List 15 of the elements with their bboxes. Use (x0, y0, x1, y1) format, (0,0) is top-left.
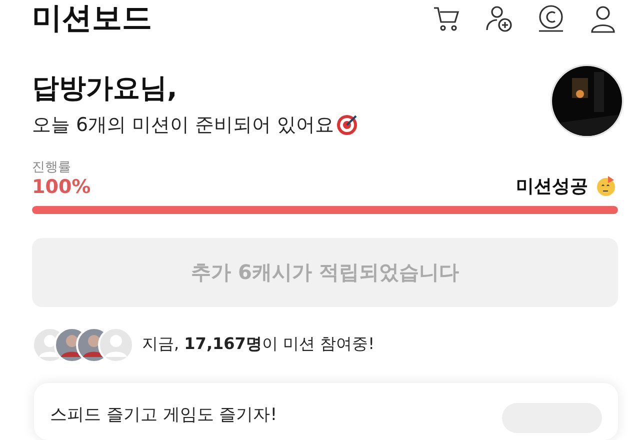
progress-percent: 100% (32, 176, 91, 198)
mission-status: 미션성공 (516, 175, 588, 198)
progress-label: 진행률 (32, 159, 72, 176)
page-title: 미션보드 (32, 2, 152, 36)
card-title: 스피드 즐기고 게임도 즐기자! (50, 404, 278, 426)
avatar (98, 326, 134, 363)
mission-subtitle: 오늘 6개의 미션이 준비되어 있어요 (32, 113, 334, 138)
coin-icon[interactable] (536, 4, 566, 34)
mission-card[interactable]: 스피드 즐기고 게임도 즐기자! (34, 382, 618, 440)
user-greeting: 답방가요님, (32, 72, 178, 106)
target-icon (336, 114, 358, 136)
user-icon[interactable] (588, 4, 618, 34)
add-user-icon[interactable] (484, 4, 514, 34)
participants-text: 지금, 17,167명이 미션 참여중! (142, 334, 375, 356)
party-face-icon (594, 174, 618, 198)
